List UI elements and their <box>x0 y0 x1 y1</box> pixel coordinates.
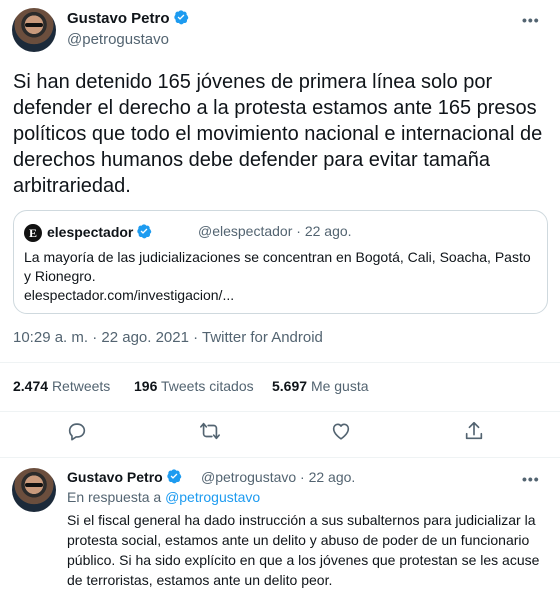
likes-label: Me gusta <box>310 378 369 394</box>
author-handle[interactable]: @petrogustavo <box>67 31 169 48</box>
tweet-text: Si han detenido 165 jóvenes de primera l… <box>13 71 543 197</box>
author-name[interactable]: Gustavo Petro <box>67 10 170 27</box>
more-options-icon[interactable]: ••• <box>522 471 540 487</box>
author-avatar[interactable] <box>12 8 56 52</box>
author-name-row[interactable]: Gustavo Petro <box>67 9 189 27</box>
elespectador-logo-icon: E <box>24 224 42 242</box>
replying-to: En respuesta a @petrogustavo <box>67 489 260 505</box>
main-tweet: Gustavo Petro @petrogustavo ••• Si han d… <box>0 0 560 458</box>
verified-badge-icon <box>173 9 189 25</box>
reply-author-row[interactable]: Gustavo Petro <box>67 468 182 485</box>
quote-tweets-label: Tweets citados <box>161 378 254 394</box>
reply-icon[interactable] <box>66 420 88 442</box>
quote-author-name: elespectador <box>47 224 134 240</box>
retweets-stat[interactable]: 2.474 Retweets <box>13 378 110 394</box>
quote-body: La mayoría de las judicializaciones se c… <box>24 248 534 305</box>
replying-to-handle[interactable]: @petrogustavo <box>165 489 260 505</box>
likes-count: 5.697 <box>272 378 308 394</box>
reply-author-avatar[interactable] <box>12 468 56 512</box>
tweet-stats: 2.474 Retweets 196 Tweets citados 5.697 … <box>0 362 560 412</box>
quote-author-row: elespectador <box>47 223 152 240</box>
reply-tweet[interactable]: Gustavo Petro @petrogustavo · 22 ago. ••… <box>0 459 560 589</box>
verified-badge-icon <box>166 468 182 484</box>
quoted-tweet[interactable]: E elespectador @elespectador · 22 ago. L… <box>13 210 548 314</box>
likes-stat[interactable]: 5.697 Me gusta <box>272 378 369 394</box>
reply-author-name[interactable]: Gustavo Petro <box>67 469 163 485</box>
quote-link[interactable]: elespectador.com/investigacion/... <box>24 286 534 305</box>
more-options-icon[interactable]: ••• <box>522 12 540 28</box>
quote-tweets-count: 196 <box>134 378 158 394</box>
retweets-count: 2.474 <box>13 378 49 394</box>
quote-author-handle-date: @elespectador · 22 ago. <box>198 223 352 239</box>
retweets-label: Retweets <box>51 378 111 394</box>
retweet-icon[interactable] <box>199 420 221 442</box>
reply-handle-date[interactable]: @petrogustavo · 22 ago. <box>201 469 355 485</box>
reply-text: Si el fiscal general ha dado instrucción… <box>67 512 540 588</box>
share-icon[interactable] <box>463 420 485 442</box>
quote-tweets-stat[interactable]: 196 Tweets citados <box>134 378 254 394</box>
like-icon[interactable] <box>330 420 352 442</box>
tweet-timestamp[interactable]: 10:29 a. m. · 22 ago. 2021 · Twitter for… <box>13 329 323 346</box>
verified-badge-icon <box>136 223 152 239</box>
quote-text: La mayoría de las judicializaciones se c… <box>24 249 531 284</box>
replying-to-prefix: En respuesta a <box>67 489 162 505</box>
